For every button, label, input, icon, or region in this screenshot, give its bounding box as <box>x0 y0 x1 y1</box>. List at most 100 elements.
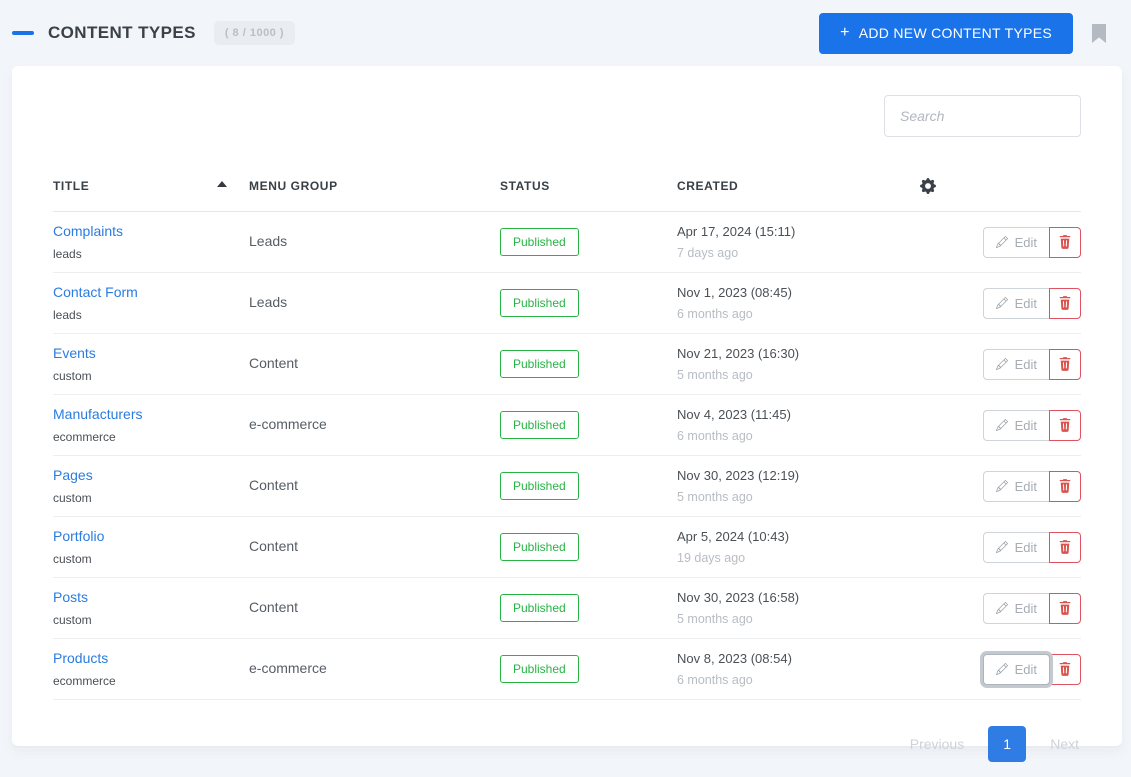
menu-group-value: e-commerce <box>249 660 327 676</box>
pencil-icon <box>995 602 1008 614</box>
trash-icon <box>1059 357 1071 371</box>
content-type-slug: leads <box>53 308 82 322</box>
trash-icon <box>1059 601 1071 615</box>
pencil-icon <box>995 663 1008 675</box>
edit-button-label: Edit <box>1014 600 1037 616</box>
edit-button[interactable]: Edit <box>982 348 1050 380</box>
created-date: Nov 30, 2023 (12:19) <box>677 468 800 483</box>
edit-button[interactable]: Edit <box>982 653 1050 685</box>
sort-ascending-icon <box>217 181 227 187</box>
created-date: Apr 17, 2024 (15:11) <box>677 224 796 239</box>
created-relative-time: 6 months ago <box>677 429 753 443</box>
edit-button-label: Edit <box>1014 478 1037 494</box>
content-type-title-link[interactable]: Portfolio <box>53 528 104 544</box>
count-badge: ( 8 / 1000 ) <box>213 21 296 45</box>
content-type-title-link[interactable]: Manufacturers <box>53 406 142 422</box>
pencil-icon <box>995 480 1008 492</box>
title-dash-icon <box>12 31 34 35</box>
trash-icon <box>1059 479 1071 493</box>
content-type-title-link[interactable]: Complaints <box>53 223 123 239</box>
edit-button[interactable]: Edit <box>982 592 1050 624</box>
search-input[interactable] <box>884 95 1081 137</box>
menu-group-value: e-commerce <box>249 416 327 432</box>
delete-button[interactable] <box>1049 470 1081 502</box>
created-relative-time: 6 months ago <box>677 673 753 687</box>
created-date: Nov 4, 2023 (11:45) <box>677 407 791 422</box>
edit-button[interactable]: Edit <box>982 531 1050 563</box>
edit-button-label: Edit <box>1014 234 1037 250</box>
table-header-row: TITLE MENU GROUP STATUS CREATED <box>53 163 1081 212</box>
table-row: Portfolio custom Content Published Apr 5… <box>53 516 1081 578</box>
edit-button[interactable]: Edit <box>982 409 1050 441</box>
pencil-icon <box>995 236 1008 248</box>
edit-button-label: Edit <box>1014 661 1037 677</box>
delete-button[interactable] <box>1049 287 1081 319</box>
content-type-slug: ecommerce <box>53 430 116 444</box>
pagination-page-1[interactable]: 1 <box>988 726 1027 762</box>
created-relative-time: 5 months ago <box>677 490 753 504</box>
menu-group-value: Content <box>249 355 299 371</box>
pencil-icon <box>995 358 1008 370</box>
column-header-title[interactable]: TITLE <box>53 163 249 212</box>
table-row: Pages custom Content Published Nov 30, 2… <box>53 455 1081 517</box>
pagination-next[interactable]: Next <box>1050 736 1079 752</box>
table-row: Complaints leads Leads Published Apr 17,… <box>53 211 1081 273</box>
status-badge: Published <box>500 289 579 317</box>
table-body: Complaints leads Leads Published Apr 17,… <box>53 211 1081 700</box>
table-row: Contact Form leads Leads Published Nov 1… <box>53 272 1081 334</box>
delete-button[interactable] <box>1049 409 1081 441</box>
column-header-status[interactable]: STATUS <box>500 163 677 212</box>
content-type-title-link[interactable]: Products <box>53 650 108 666</box>
edit-button[interactable]: Edit <box>982 226 1050 258</box>
pagination: Previous 1 Next <box>53 726 1081 762</box>
created-relative-time: 5 months ago <box>677 612 753 626</box>
delete-button[interactable] <box>1049 653 1081 685</box>
status-badge: Published <box>500 350 579 378</box>
pagination-previous[interactable]: Previous <box>910 736 964 752</box>
column-header-created[interactable]: CREATED <box>677 163 920 212</box>
status-badge: Published <box>500 655 579 683</box>
pencil-icon <box>995 541 1008 553</box>
content-types-table: TITLE MENU GROUP STATUS CREATED Complain… <box>53 163 1081 700</box>
trash-icon <box>1059 662 1071 676</box>
add-new-content-types-button[interactable]: + ADD NEW CONTENT TYPES <box>819 12 1073 54</box>
table-row: Manufacturers ecommerce e-commerce Publi… <box>53 394 1081 456</box>
status-badge: Published <box>500 594 579 622</box>
delete-button[interactable] <box>1049 226 1081 258</box>
edit-button[interactable]: Edit <box>982 287 1050 319</box>
table-row: Posts custom Content Published Nov 30, 2… <box>53 577 1081 639</box>
created-date: Nov 30, 2023 (16:58) <box>677 590 800 605</box>
trash-icon <box>1059 418 1071 432</box>
created-date: Nov 1, 2023 (08:45) <box>677 285 792 300</box>
created-date: Apr 5, 2024 (10:43) <box>677 529 790 544</box>
created-relative-time: 5 months ago <box>677 368 753 382</box>
status-badge: Published <box>500 228 579 256</box>
add-button-label: ADD NEW CONTENT TYPES <box>858 25 1052 41</box>
edit-button-label: Edit <box>1014 295 1037 311</box>
content-type-title-link[interactable]: Events <box>53 345 96 361</box>
created-date: Nov 21, 2023 (16:30) <box>677 346 800 361</box>
table-settings-gear-icon[interactable] <box>920 178 936 194</box>
content-type-title-link[interactable]: Posts <box>53 589 88 605</box>
column-header-menu-group[interactable]: MENU GROUP <box>249 163 500 212</box>
table-row: Events custom Content Published Nov 21, … <box>53 333 1081 395</box>
delete-button[interactable] <box>1049 348 1081 380</box>
table-row: Products ecommerce e-commerce Published … <box>53 638 1081 700</box>
pencil-icon <box>995 419 1008 431</box>
menu-group-value: Content <box>249 477 299 493</box>
content-type-title-link[interactable]: Contact Form <box>53 284 138 300</box>
top-bar: CONTENT TYPES ( 8 / 1000 ) + ADD NEW CON… <box>0 0 1131 66</box>
created-date: Nov 8, 2023 (08:54) <box>677 651 792 666</box>
content-type-title-link[interactable]: Pages <box>53 467 93 483</box>
menu-group-value: Leads <box>249 294 288 310</box>
delete-button[interactable] <box>1049 592 1081 624</box>
status-badge: Published <box>500 472 579 500</box>
delete-button[interactable] <box>1049 531 1081 563</box>
created-relative-time: 7 days ago <box>677 246 739 260</box>
menu-group-value: Content <box>249 538 299 554</box>
page-heading: CONTENT TYPES ( 8 / 1000 ) <box>12 21 296 45</box>
edit-button[interactable]: Edit <box>982 470 1050 502</box>
edit-button-label: Edit <box>1014 356 1037 372</box>
bookmark-icon[interactable] <box>1091 23 1107 44</box>
column-header-actions <box>920 163 1081 212</box>
